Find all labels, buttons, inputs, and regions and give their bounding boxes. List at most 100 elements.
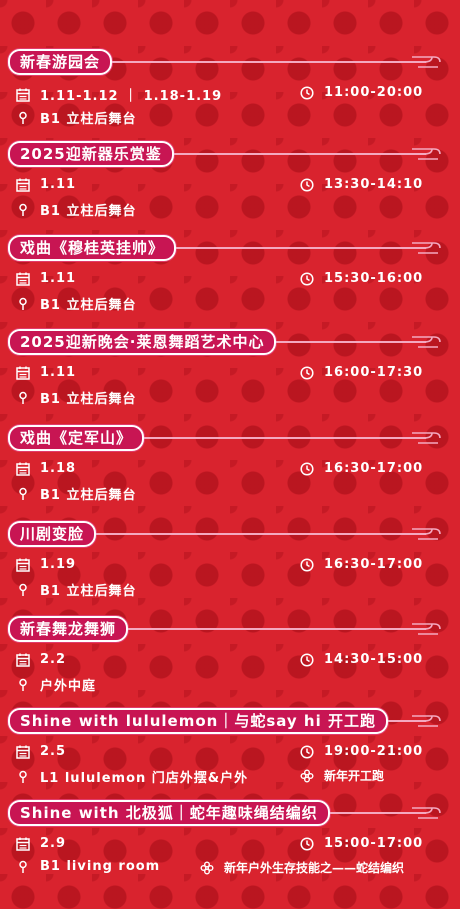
clock-icon (300, 652, 314, 667)
event-date-text: 1.11 (40, 177, 77, 192)
event-date: 1.11 (16, 271, 76, 286)
event-time-text: 11:00-20:00 (324, 85, 424, 100)
ornament-line (387, 709, 446, 733)
event-title-row: 新春舞龙舞狮 (8, 616, 446, 642)
location-pin-icon (16, 860, 30, 874)
calendar-icon (16, 558, 30, 572)
event-location: B1 立柱后舞台 (16, 484, 136, 503)
calendar-icon (16, 88, 30, 102)
event-date: 1.11-1.12 ｜ 1.18-1.19 (16, 85, 222, 104)
calendar-icon (16, 272, 30, 286)
event-time: 15:30-16:00 (300, 271, 423, 286)
event-location: B1 立柱后舞台 (16, 580, 136, 599)
clock-icon (300, 271, 314, 286)
event-location-text: B1 living room (40, 859, 161, 874)
clock-icon (300, 744, 314, 759)
clock-icon (300, 177, 314, 192)
event-location: B1 立柱后舞台 (16, 294, 136, 313)
event-date: 1.11 (16, 365, 76, 380)
event-location-text: B1 立柱后舞台 (40, 204, 137, 219)
ornament-line (329, 801, 446, 825)
location-pin-icon (16, 203, 30, 217)
event-time-text: 16:00-17:30 (324, 365, 424, 380)
event-location-text: B1 立柱后舞台 (40, 112, 137, 127)
ornament-line (144, 426, 446, 450)
event-time-text: 15:30-16:00 (324, 271, 424, 286)
event-location-text: B1 立柱后舞台 (40, 488, 137, 503)
event-date-text: 1.18 (40, 461, 77, 476)
event-extra-text: 新年户外生存技能之——蛇结编织 (224, 861, 405, 875)
event-title: 新春游园会 (8, 49, 113, 75)
clock-icon (300, 365, 314, 380)
event-title: 川剧变脸 (8, 521, 97, 547)
event-date: 2.2 (16, 652, 66, 667)
event-title-row: 2025迎新晚会·莱恩舞蹈艺术中心 (8, 329, 446, 355)
location-pin-icon (16, 678, 30, 692)
event-time-text: 13:30-14:10 (324, 177, 424, 192)
event-title-row: 2025迎新器乐赏鉴 (8, 141, 446, 167)
event-title: 新春舞龙舞狮 (8, 616, 129, 642)
event-location: L1 lululemon 门店外摆&户外 (16, 767, 248, 786)
location-pin-icon (16, 391, 30, 405)
location-pin-icon (16, 770, 30, 784)
event-time: 16:00-17:30 (300, 365, 423, 380)
clock-icon (300, 557, 314, 572)
event-location: B1 立柱后舞台 (16, 108, 136, 127)
event-title-row: Shine with 北极狐｜蛇年趣味绳结编织 (8, 800, 446, 826)
event-time: 15:00-17:00 (300, 836, 423, 851)
event-date-text: 2.9 (40, 836, 67, 851)
event-date: 2.5 (16, 744, 66, 759)
location-pin-icon (16, 583, 30, 597)
event-time-text: 19:00-21:00 (324, 744, 424, 759)
event-time: 16:30-17:00 (300, 557, 423, 572)
calendar-icon (16, 462, 30, 476)
ornament-line (128, 617, 446, 641)
calendar-icon (16, 837, 30, 851)
location-pin-icon (16, 111, 30, 125)
event-title: 2025迎新器乐赏鉴 (8, 141, 174, 167)
event-extra: 新年开工跑 (300, 767, 384, 784)
event-location-text: B1 立柱后舞台 (40, 392, 137, 407)
location-pin-icon (16, 487, 30, 501)
event-location-text: L1 lululemon 门店外摆&户外 (40, 771, 249, 786)
event-date: 2.9 (16, 836, 66, 851)
event-location: 户外中庭 (16, 675, 96, 694)
clock-icon (300, 461, 314, 476)
event-date-text: 2.2 (40, 652, 67, 667)
calendar-icon (16, 366, 30, 380)
event-time: 11:00-20:00 (300, 85, 423, 100)
ornament-line (176, 236, 446, 260)
event-extra: 新年户外生存技能之——蛇结编织 (200, 859, 404, 876)
calendar-icon (16, 653, 30, 667)
event-location: B1 立柱后舞台 (16, 200, 136, 219)
event-time-text: 16:30-17:00 (324, 557, 424, 572)
ornament-line (112, 50, 446, 74)
event-date-text: 1.19 (40, 557, 77, 572)
event-extra-text: 新年开工跑 (324, 769, 385, 783)
event-location: B1 living room (16, 859, 160, 874)
ornament-line (276, 330, 446, 354)
ornament-line (173, 142, 446, 166)
event-time: 14:30-15:00 (300, 652, 423, 667)
event-location-text: B1 立柱后舞台 (40, 298, 137, 313)
event-title-row: 戏曲《定军山》 (8, 425, 446, 451)
event-location-text: 户外中庭 (40, 679, 97, 694)
ornament-line (96, 522, 446, 546)
location-pin-icon (16, 297, 30, 311)
knot-icon (300, 769, 314, 783)
knot-icon (200, 861, 214, 875)
event-date: 1.18 (16, 461, 76, 476)
event-date: 1.19 (16, 557, 76, 572)
event-location: B1 立柱后舞台 (16, 388, 136, 407)
event-time-text: 15:00-17:00 (324, 836, 424, 851)
event-title: Shine with 北极狐｜蛇年趣味绳结编织 (8, 800, 330, 826)
event-title-row: 新春游园会 (8, 49, 446, 75)
event-title-row: 戏曲《穆桂英挂帅》 (8, 235, 446, 261)
event-location-text: B1 立柱后舞台 (40, 584, 137, 599)
calendar-icon (16, 745, 30, 759)
event-title-row: 川剧变脸 (8, 521, 446, 547)
event-title: Shine with lululemon｜与蛇say hi 开工跑 (8, 708, 388, 734)
event-time: 13:30-14:10 (300, 177, 423, 192)
event-time: 19:00-21:00 (300, 744, 423, 759)
clock-icon (300, 85, 314, 100)
